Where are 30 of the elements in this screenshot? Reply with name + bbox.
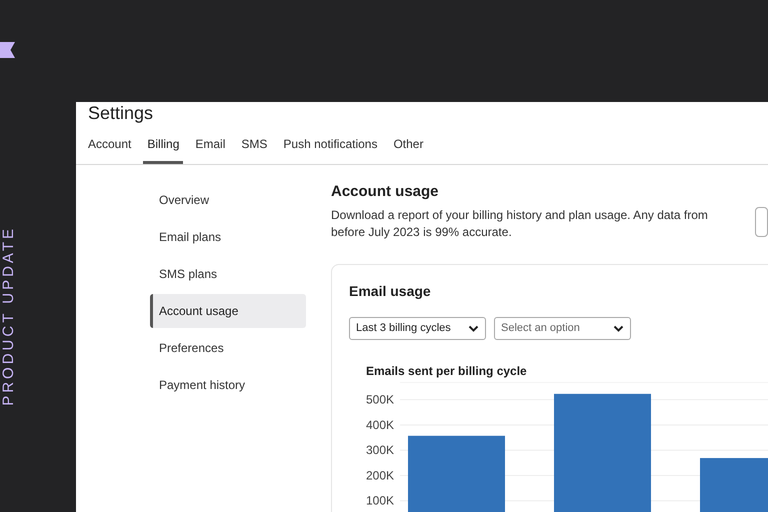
axis-label: 100K [366, 494, 394, 508]
tab[interactable]: Push notifications [283, 132, 378, 164]
tab[interactable]: SMS [241, 132, 268, 164]
tab[interactable]: Email [195, 132, 226, 164]
section-heading: Account usage [331, 183, 439, 201]
select-field[interactable]: Select an option [494, 317, 631, 340]
sidebar-item[interactable]: Account usage [150, 294, 306, 328]
axis-label: 400K [366, 418, 394, 432]
sidebar-item[interactable]: Payment history [159, 368, 306, 402]
ribbon-icon [0, 42, 15, 58]
sidebar-item[interactable]: Overview [159, 183, 306, 217]
sidebar-item[interactable]: Email plans [159, 220, 306, 254]
chevron-down-icon [613, 325, 624, 332]
tab[interactable]: Other [393, 132, 424, 164]
tab[interactable]: Billing [143, 132, 184, 164]
card-title: Email usage [349, 283, 431, 300]
sidebar-item[interactable]: Preferences [159, 331, 306, 365]
window-title: Settings [87, 102, 154, 124]
chart-title: Emails sent per billing cycle [366, 363, 527, 380]
axis-label: 500K [366, 392, 394, 407]
banner-label: PRODUCT UPDATE [0, 226, 14, 406]
axis-label: 200K [366, 468, 394, 482]
section-description: Download a report of your billing history and plan usage. Any data from before July 2023 is 99% accurate. [331, 207, 709, 241]
axis-label: 300K [366, 443, 394, 458]
tab[interactable]: Account [88, 132, 132, 164]
chart-bar [700, 458, 768, 512]
sidebar-item[interactable]: SMS plans [159, 257, 306, 291]
cut-off-button[interactable] [755, 207, 768, 237]
select-field[interactable]: Last 3 billing cycles [349, 317, 486, 340]
chevron-down-icon [468, 325, 479, 332]
